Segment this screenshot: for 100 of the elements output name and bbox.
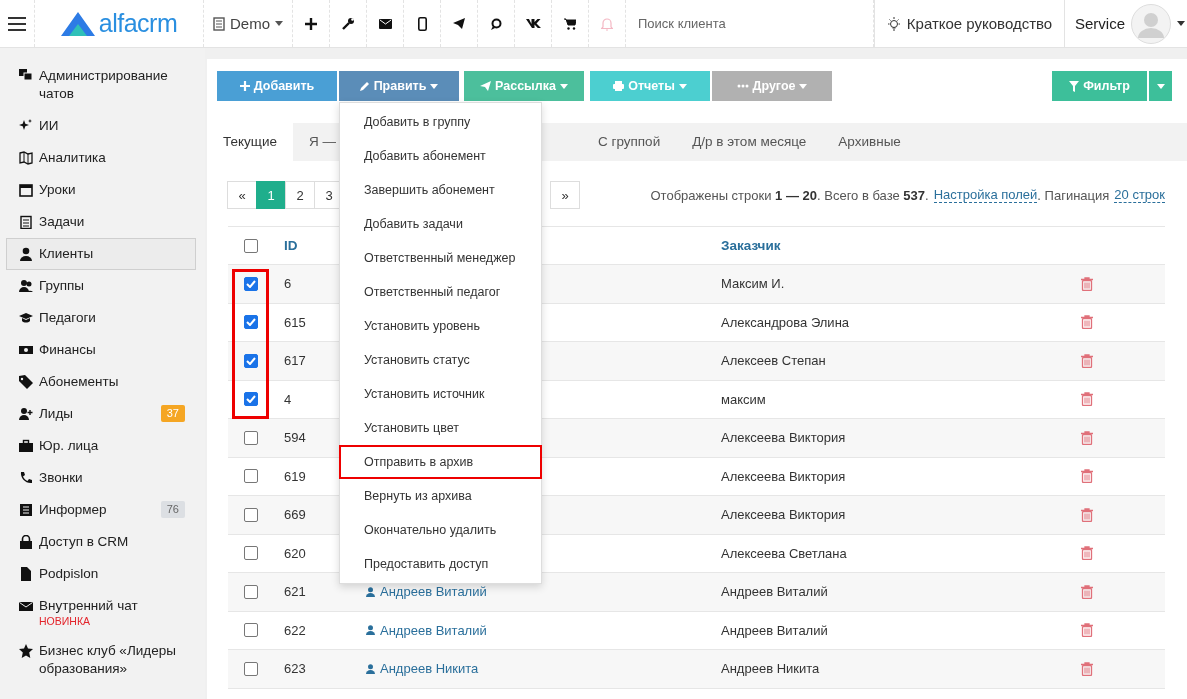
customer-cell: Андреев Виталий	[721, 584, 828, 600]
tab[interactable]: Архивные	[822, 123, 917, 161]
customer-cell: Алексеева Светлана	[721, 545, 847, 561]
menu-item[interactable]: Отправить в архив	[339, 445, 542, 479]
sidebar-item[interactable]: Аналитика	[6, 142, 196, 174]
trash-icon[interactable]	[1081, 353, 1093, 368]
plus-icon[interactable]	[305, 17, 317, 30]
menu-item[interactable]: Добавить абонемент	[339, 139, 542, 173]
sidebar-item[interactable]: Финансы	[6, 334, 196, 366]
trash-icon[interactable]	[1081, 392, 1093, 407]
customer-cell: Алексеева Виктория	[721, 507, 846, 523]
cart-icon[interactable]	[564, 17, 576, 30]
row-checkbox[interactable]	[244, 623, 258, 638]
row-checkbox[interactable]	[244, 507, 258, 522]
caret-icon[interactable]	[1177, 21, 1185, 26]
new-label: НОВИНКА	[39, 615, 91, 628]
row-checkbox[interactable]	[244, 661, 258, 676]
id-cell: 622	[284, 622, 306, 638]
sidebar-item[interactable]: Задачи	[6, 206, 196, 238]
user-plus-icon	[19, 407, 33, 421]
row-checkbox[interactable]	[244, 315, 258, 330]
sidebar-item[interactable]: Группы	[6, 270, 196, 302]
tab[interactable]: Текущие	[207, 123, 293, 161]
sidebar-item[interactable]: Доступ в CRM	[6, 526, 196, 558]
trash-icon[interactable]	[1081, 546, 1093, 561]
chat-icon[interactable]	[490, 17, 502, 30]
customer-cell: Алексеева Виктория	[721, 430, 846, 446]
column-header[interactable]: ID	[284, 238, 298, 253]
graduation-cap-icon	[19, 311, 33, 325]
vk-icon[interactable]	[525, 19, 541, 28]
tag-icon	[19, 375, 33, 389]
sidebar-item[interactable]: Внутренний чат НОВИНКА	[6, 590, 196, 635]
trash-icon[interactable]	[1081, 661, 1093, 676]
user-name[interactable]: Service	[1074, 15, 1125, 32]
guide-link[interactable]: Краткое руководство	[874, 0, 1065, 47]
trash-icon[interactable]	[1081, 623, 1093, 638]
id-cell: 623	[284, 661, 306, 677]
sidebar-item[interactable]: Бизнес клуб «Лидеры образования»	[6, 635, 196, 685]
client-link[interactable]: Андреев Виталий	[366, 584, 487, 599]
select-all-checkbox[interactable]	[244, 238, 258, 253]
sidebar-item[interactable]: Лиды 37	[6, 398, 196, 430]
star-icon	[19, 644, 33, 658]
caret-icon	[1156, 83, 1165, 89]
page-button[interactable]: 2	[285, 181, 315, 209]
id-cell: 4	[284, 391, 292, 407]
sidebar-item[interactable]: Абонементы	[6, 366, 196, 398]
phone-icon[interactable]	[417, 16, 427, 31]
row-checkbox[interactable]	[244, 276, 258, 291]
rows-per-page-link[interactable]: 20 строк	[1114, 187, 1165, 203]
id-cell: 619	[284, 468, 306, 484]
menu-item[interactable]: Установить статус	[339, 343, 542, 377]
sidebar-item[interactable]: Уроки	[6, 174, 196, 206]
menu-item[interactable]: Ответственный педагог	[339, 275, 542, 309]
row-checkbox[interactable]	[244, 546, 258, 561]
id-cell: 617	[284, 353, 306, 369]
sidebar-item[interactable]: Клиенты	[6, 238, 196, 270]
trash-icon[interactable]	[1081, 507, 1093, 522]
menu-item[interactable]: Добавить задачи	[339, 207, 542, 241]
branch-dropdown[interactable]: Demo	[204, 0, 293, 47]
caret-icon	[275, 21, 283, 26]
phone-icon	[19, 471, 33, 485]
trash-icon[interactable]	[1081, 430, 1093, 445]
menu-item[interactable]: Установить источник	[339, 377, 542, 411]
trash-icon[interactable]	[1081, 469, 1093, 484]
mail-icon[interactable]	[378, 18, 392, 29]
tab[interactable]: С группой	[581, 123, 677, 161]
client-link[interactable]: Андреев Виталий	[366, 622, 487, 638]
menu-item[interactable]: Установить уровень	[339, 309, 542, 343]
user-icon	[366, 586, 375, 597]
menu-icon[interactable]	[8, 16, 26, 31]
sidebar-item[interactable]: Звонки	[6, 462, 196, 494]
trash-icon[interactable]	[1081, 315, 1093, 330]
column-header[interactable]: Заказчик	[721, 238, 781, 253]
menu-item[interactable]: Добавить в группу	[339, 105, 542, 139]
menu-item[interactable]: Окончательно удалить	[339, 513, 542, 547]
menu-item[interactable]: Ответственный менеджер	[339, 241, 542, 275]
trash-icon[interactable]	[1081, 276, 1093, 291]
row-checkbox[interactable]	[244, 430, 258, 445]
sidebar-item[interactable]: Юр. лица	[6, 430, 196, 462]
menu-item[interactable]: Установить цвет	[339, 411, 542, 445]
menu-item[interactable]: Предоставить доступ	[339, 547, 542, 581]
trash-icon[interactable]	[1081, 584, 1093, 599]
row-checkbox[interactable]	[244, 584, 258, 599]
sidebar-item[interactable]: Информер 76	[6, 494, 196, 526]
client-link[interactable]: Андреев Никита	[366, 661, 479, 676]
row-checkbox[interactable]	[244, 392, 258, 407]
toolbar-button[interactable]: Править	[339, 71, 459, 101]
next-page-button[interactable]: »	[550, 181, 580, 209]
chat-bubbles-icon	[19, 69, 33, 83]
file-icon	[19, 567, 33, 581]
paper-plane-icon[interactable]	[453, 18, 465, 29]
sidebar-item[interactable]: Педагоги	[6, 302, 196, 334]
sidebar-item[interactable]: Администрирование чатов	[6, 60, 196, 110]
row-checkbox[interactable]	[244, 353, 258, 368]
menu-item[interactable]: Вернуть из архива	[339, 479, 542, 513]
sidebar-item[interactable]: Podpislon	[6, 558, 196, 590]
row-checkbox[interactable]	[244, 469, 258, 484]
sidebar-item[interactable]: ИИ	[6, 110, 196, 142]
tab[interactable]: Д/р в этом месяце	[676, 123, 823, 161]
wrench-icon[interactable]	[341, 17, 355, 30]
